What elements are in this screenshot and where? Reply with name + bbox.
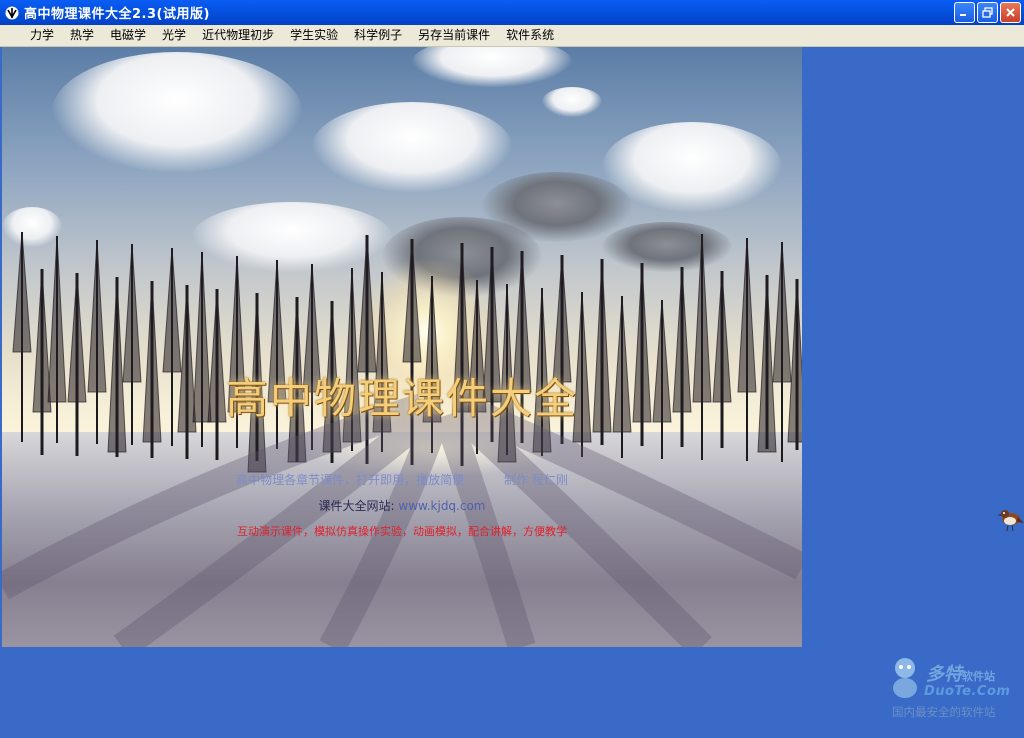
menu-item-modern-physics[interactable]: 近代物理初步 [194, 25, 282, 46]
menu-item-science-examples[interactable]: 科学例子 [346, 25, 410, 46]
app-logo-icon[interactable] [4, 5, 20, 21]
tree-line [2, 231, 802, 647]
watermark-brand: 多特软件站 [926, 664, 995, 685]
tree-crown [122, 243, 142, 383]
menu-item-electromagnetism[interactable]: 电磁学 [102, 25, 154, 46]
splash-author: 制作 程仁刚 [504, 473, 568, 487]
menu-item-thermal[interactable]: 热学 [62, 25, 102, 46]
menu-item-optics[interactable]: 光学 [154, 25, 194, 46]
maximize-button[interactable] [977, 2, 998, 23]
window-title: 高中物理课件大全2.3(试用版) [24, 7, 210, 22]
close-button[interactable] [1000, 2, 1021, 23]
minimize-button[interactable] [954, 2, 975, 23]
menu-item-save-current[interactable]: 另存当前课件 [410, 25, 498, 46]
splash-notice: 互动演示课件，模拟仿真操作实验，动画模拟，配合讲解，方便教学 [237, 525, 567, 538]
mascot-icon [893, 658, 917, 698]
splash-description: 高中物理各章节课件，打开即用，播放简便 [236, 473, 465, 487]
title-bar[interactable]: 高中物理课件大全2.3(试用版) [0, 0, 1024, 25]
minimize-icon [960, 14, 966, 16]
watermark-slogan: 国内最安全的软件站 [892, 705, 996, 719]
duote-watermark: 多特软件站 DuoTe.Com 国内最安全的软件站 [886, 656, 1024, 738]
menu-item-mechanics[interactable]: 力学 [22, 25, 62, 46]
bird-icon[interactable] [996, 503, 1024, 533]
window-controls [954, 2, 1021, 23]
close-icon [1006, 8, 1015, 17]
splash-headline: 高中物理课件大全 [225, 374, 578, 423]
tree-crown [357, 234, 377, 373]
tree-crown [162, 247, 182, 373]
watermark-domain: DuoTe.Com [924, 684, 1011, 699]
splash-subtitle-line: 高中物理各章节课件，打开即用，播放简便 制作 程仁刚 [2, 471, 802, 488]
tree-crown [552, 254, 572, 383]
tree-crown [402, 238, 422, 363]
website-link[interactable]: www.kjdq.com [398, 499, 485, 513]
splash-website-line: 课件大全网站: www.kjdq.com [2, 497, 802, 514]
menu-item-software-system[interactable]: 软件系统 [498, 25, 562, 46]
tree-crown [12, 231, 32, 353]
website-label: 课件大全网站: [318, 499, 395, 513]
menu-item-student-experiments[interactable]: 学生实验 [282, 25, 346, 46]
splash-image: 高中物理课件大全 高中物理各章节课件，打开即用，播放简便 制作 程仁刚 课件大全网… [2, 47, 802, 647]
tree-crown [772, 241, 792, 383]
menu-bar: 力学 热学 电磁学 光学 近代物理初步 学生实验 科学例子 另存当前课件 软件系… [0, 25, 1024, 47]
maximize-icon [982, 7, 993, 18]
